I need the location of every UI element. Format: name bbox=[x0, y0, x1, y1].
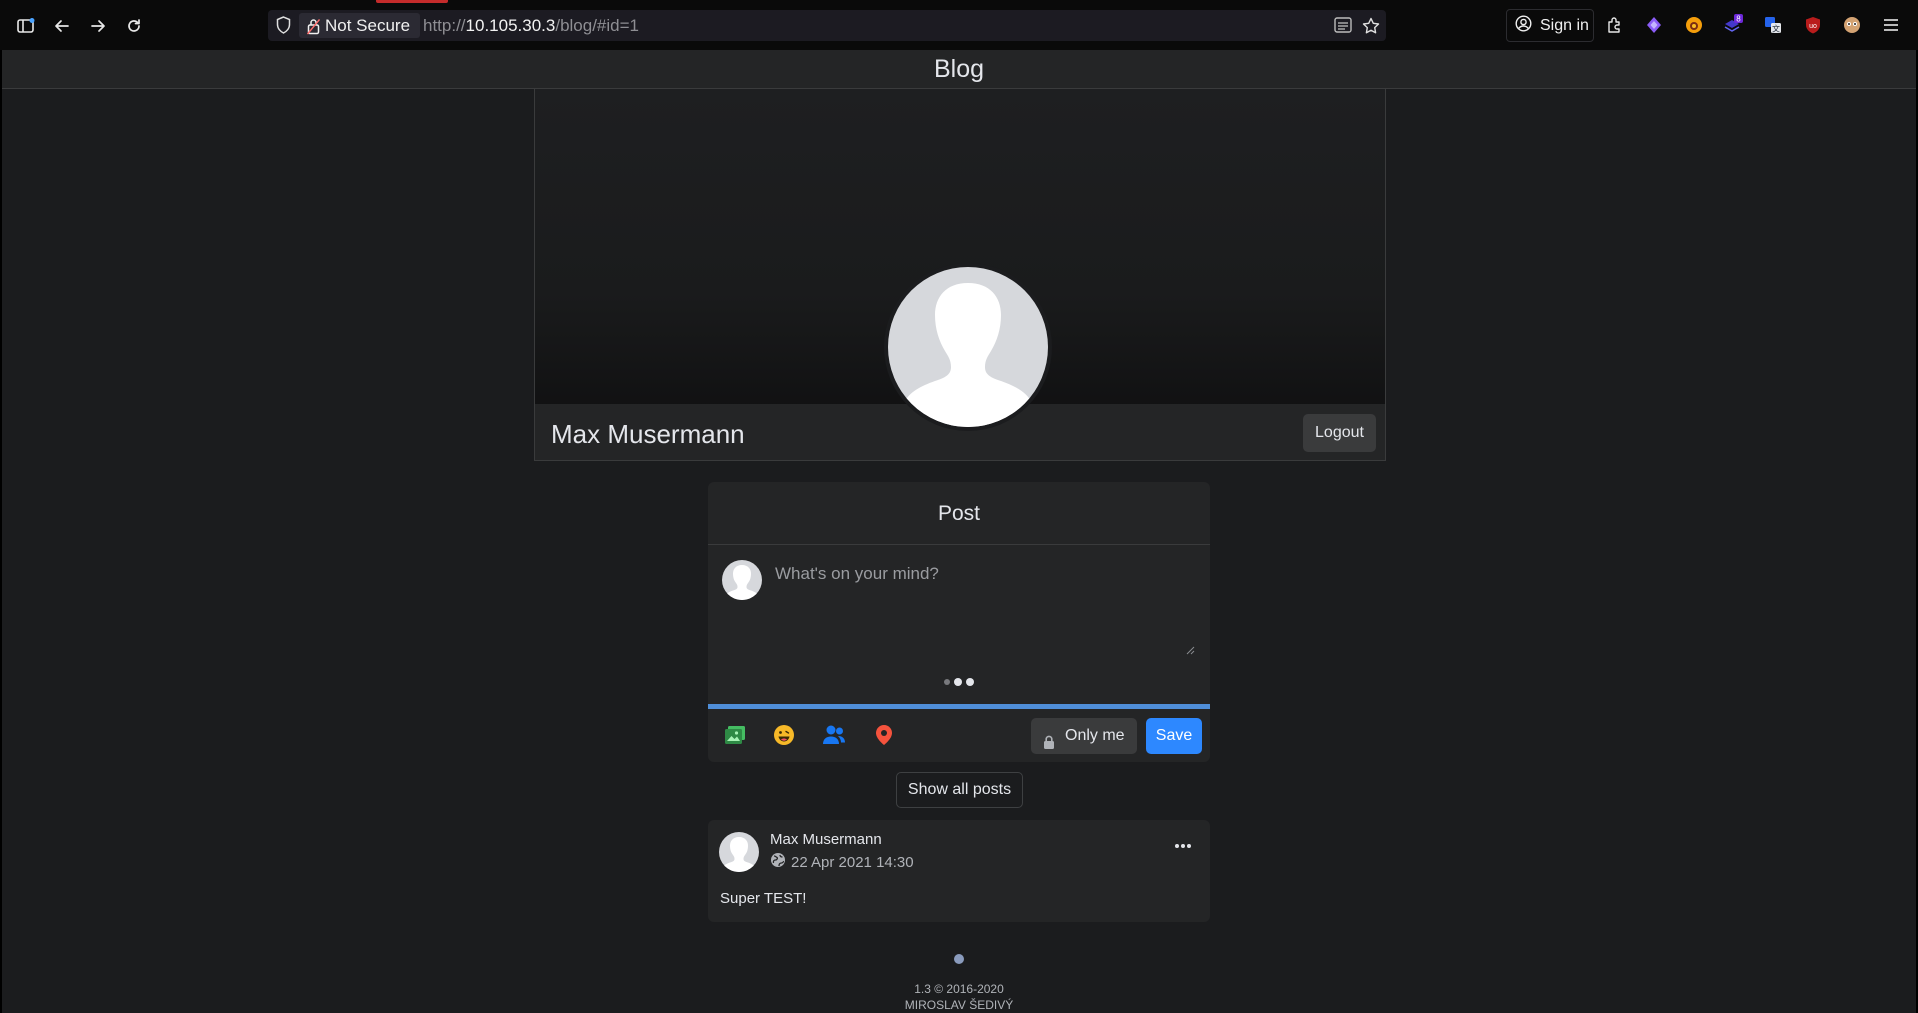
upload-progress-bar bbox=[708, 704, 1210, 709]
loading-dots-icon bbox=[944, 678, 974, 686]
default-avatar-icon bbox=[888, 267, 1048, 427]
insecure-lock-icon bbox=[306, 17, 321, 42]
purple-extension-icon[interactable] bbox=[1643, 14, 1665, 36]
active-tab-indicator[interactable] bbox=[376, 0, 448, 3]
reload-icon[interactable] bbox=[120, 12, 148, 40]
site-header: Blog bbox=[2, 50, 1916, 89]
forward-icon[interactable] bbox=[84, 12, 112, 40]
not-secure-badge[interactable]: Not Secure bbox=[299, 13, 421, 38]
page-viewport: Blog Max Musermann Logout Post What's on… bbox=[2, 50, 1916, 1013]
privacy-label: Only me bbox=[1065, 727, 1125, 744]
save-button[interactable]: Save bbox=[1146, 718, 1202, 754]
bookmark-star-icon[interactable] bbox=[1362, 17, 1380, 39]
location-icon[interactable] bbox=[871, 722, 897, 748]
back-icon[interactable] bbox=[48, 12, 76, 40]
url-host: 10.105.30.3 bbox=[465, 16, 556, 35]
address-bar[interactable]: Not Secure http://10.105.30.3/blog/#id=1 bbox=[268, 10, 1386, 41]
not-secure-label: Not Secure bbox=[325, 16, 411, 35]
more-options-icon[interactable] bbox=[1174, 836, 1192, 854]
tracking-shield-icon[interactable] bbox=[276, 16, 291, 39]
composer-avatar bbox=[722, 560, 762, 600]
extension-badge-count: 8 bbox=[1736, 15, 1741, 24]
post-text-input[interactable]: What's on your mind? bbox=[775, 564, 939, 584]
footer-author: MIROSLAV ŠEDIVÝ bbox=[904, 998, 1014, 1012]
url-text[interactable]: http://10.105.30.3/blog/#id=1 bbox=[423, 15, 639, 36]
composer-title: Post bbox=[708, 482, 1210, 545]
lock-icon bbox=[1043, 728, 1055, 762]
badge-extension-icon[interactable]: 8 bbox=[1722, 14, 1744, 36]
profile-name: Max Musermann bbox=[551, 419, 745, 449]
post-body: Super TEST! bbox=[720, 890, 807, 907]
sidebar-toggle-icon[interactable] bbox=[12, 12, 40, 40]
privacy-selector[interactable]: Only me bbox=[1031, 718, 1137, 754]
post-composer: Post What's on your mind? Only me Save bbox=[708, 482, 1210, 762]
svg-text:uo: uo bbox=[1809, 23, 1817, 30]
app-menu-icon[interactable] bbox=[1880, 14, 1902, 36]
url-prefix: http:// bbox=[423, 16, 466, 35]
translate-extension-icon[interactable]: 文 bbox=[1762, 14, 1784, 36]
account-icon bbox=[1515, 14, 1532, 37]
post-meta: 22 Apr 2021 14:30 bbox=[770, 852, 914, 872]
pagination-dot[interactable] bbox=[954, 954, 964, 964]
logout-button[interactable]: Logout bbox=[1303, 414, 1376, 452]
resize-handle-icon[interactable] bbox=[1185, 642, 1195, 660]
url-path: /blog/#id=1 bbox=[555, 16, 639, 35]
fox-extension-icon[interactable] bbox=[1683, 14, 1705, 36]
tag-people-icon[interactable] bbox=[821, 722, 847, 748]
emoji-icon[interactable] bbox=[771, 722, 797, 748]
tab-strip bbox=[0, 0, 1918, 4]
show-all-posts-button[interactable]: Show all posts bbox=[896, 772, 1023, 808]
browser-toolbar: Not Secure http://10.105.30.3/blog/#id=1… bbox=[0, 0, 1918, 50]
reader-view-icon[interactable] bbox=[1334, 17, 1352, 38]
profile-cover: Max Musermann Logout bbox=[534, 89, 1386, 461]
profile-avatar[interactable] bbox=[884, 263, 1052, 431]
globe-icon bbox=[770, 852, 786, 872]
post-author-name[interactable]: Max Musermann bbox=[770, 831, 882, 848]
photo-icon[interactable] bbox=[722, 722, 748, 748]
sign-in-label: Sign in bbox=[1540, 16, 1589, 34]
footer-version: 1.3 © 2016-2020 bbox=[914, 982, 1004, 996]
sign-in-button[interactable]: Sign in bbox=[1506, 9, 1594, 42]
post-author-avatar[interactable] bbox=[719, 832, 759, 872]
ublock-origin-icon[interactable]: uo bbox=[1802, 14, 1824, 36]
footer: 1.3 © 2016-2020 MIROSLAV ŠEDIVÝ bbox=[2, 981, 1916, 1013]
page-title: Blog bbox=[933, 55, 985, 83]
svg-text:文: 文 bbox=[1772, 24, 1780, 34]
face-extension-icon[interactable] bbox=[1841, 14, 1863, 36]
post-timestamp[interactable]: 22 Apr 2021 14:30 bbox=[791, 854, 914, 871]
extensions-puzzle-icon[interactable] bbox=[1604, 14, 1626, 36]
post-card: Max Musermann 22 Apr 2021 14:30 Super TE… bbox=[708, 820, 1210, 922]
